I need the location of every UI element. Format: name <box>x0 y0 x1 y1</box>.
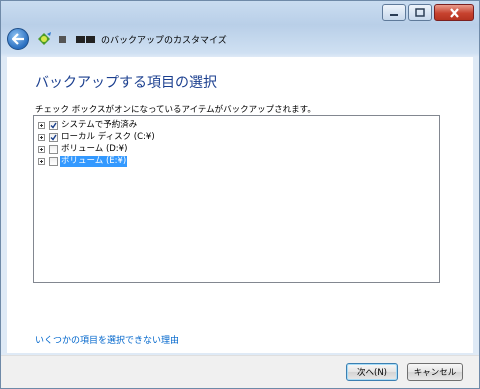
check-icon <box>50 122 57 129</box>
back-arrow-icon <box>11 33 24 45</box>
checkbox[interactable] <box>49 132 58 142</box>
navigation-bar: のバックアップのカスタマイズ <box>7 25 473 53</box>
minimize-icon <box>390 13 398 16</box>
tree-item-label: ボリューム (D:¥) <box>61 143 128 154</box>
nav-title: のバックアップのカスタマイズ <box>101 35 227 46</box>
content-panel: バックアップする項目の選択 チェック ボックスがオンになっているアイテムがバック… <box>7 57 473 353</box>
tree-item-label: システムで予約済み <box>61 119 138 130</box>
maximize-button[interactable] <box>408 4 432 21</box>
tree-item-volume-d[interactable]: ボリューム (D:¥) <box>38 143 439 155</box>
backup-app-icon <box>38 32 51 45</box>
expand-icon[interactable] <box>38 121 45 129</box>
tree-item-label: ボリューム (E:¥) <box>60 155 128 167</box>
masked-text-block <box>86 35 95 43</box>
tree-item-volume-e[interactable]: ボリューム (E:¥) <box>38 155 439 167</box>
expand-icon[interactable] <box>38 133 45 141</box>
wizard-window: のバックアップのカスタマイズ バックアップする項目の選択 チェック ボックスがオ… <box>0 0 480 389</box>
checkbox[interactable] <box>49 144 58 154</box>
close-icon <box>449 7 459 18</box>
check-icon <box>50 134 57 141</box>
page-title: バックアップする項目の選択 <box>35 75 217 91</box>
masked-text-block <box>59 35 66 43</box>
window-controls <box>382 4 474 21</box>
minimize-button[interactable] <box>382 4 406 21</box>
drive-tree[interactable]: システムで予約済み ローカル ディスク (C:¥) ボリューム (D:¥) ボリ… <box>33 115 440 283</box>
maximize-icon <box>415 8 425 17</box>
checkbox[interactable] <box>49 156 58 166</box>
close-button[interactable] <box>434 4 474 21</box>
tree-item-local-disk-c[interactable]: ローカル ディスク (C:¥) <box>38 131 439 143</box>
expand-icon[interactable] <box>38 145 45 153</box>
cancel-button[interactable]: キャンセル <box>407 363 463 381</box>
back-button[interactable] <box>7 28 29 50</box>
masked-text-block <box>76 35 85 43</box>
checkbox[interactable] <box>49 120 58 130</box>
instruction-text: チェック ボックスがオンになっているアイテムがバックアップされます。 <box>35 105 316 115</box>
tree-item-system-reserved[interactable]: システムで予約済み <box>38 119 439 131</box>
help-link[interactable]: いくつかの項目を選択できない理由 <box>35 333 179 346</box>
footer-bar: 次へ(N) キャンセル <box>1 355 479 388</box>
expand-icon[interactable] <box>38 157 45 165</box>
next-button[interactable]: 次へ(N) <box>346 363 398 381</box>
tree-item-label: ローカル ディスク (C:¥) <box>61 131 155 142</box>
